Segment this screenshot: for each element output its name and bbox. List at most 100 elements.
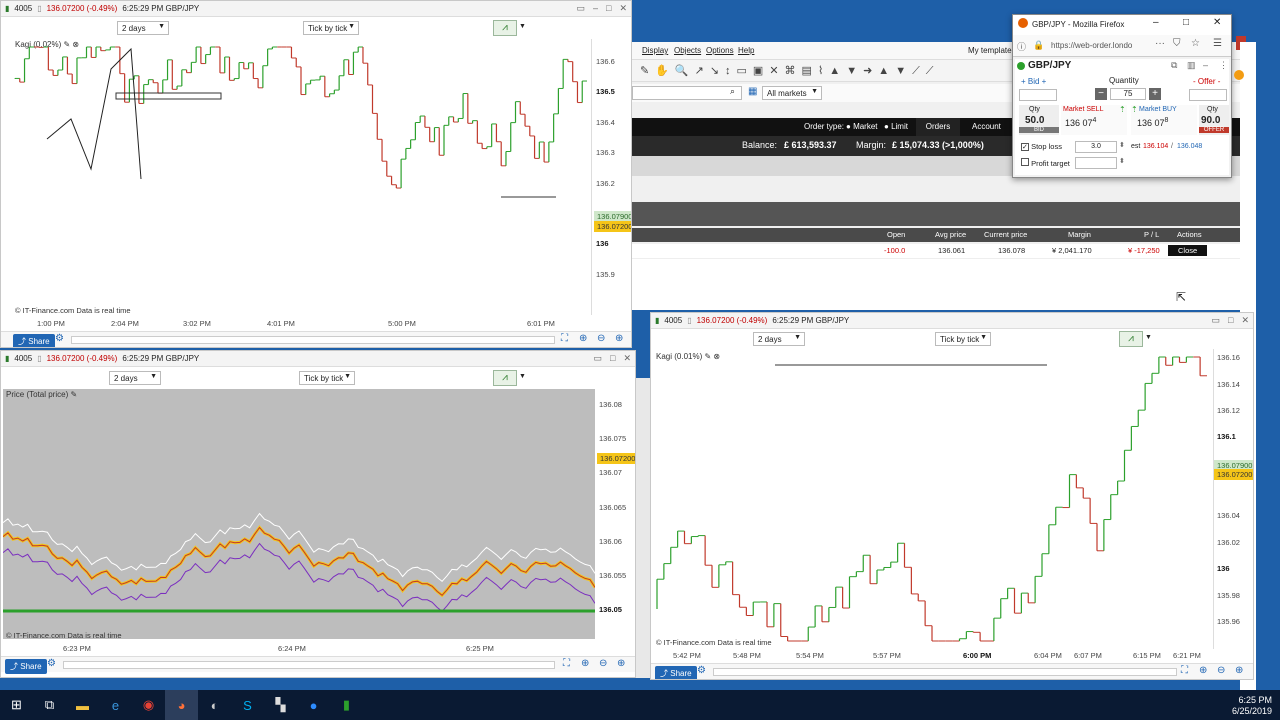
indicator-label[interactable]: Price (Total price) ✎ — [6, 390, 77, 399]
quantity-decrement-button[interactable]: − — [1095, 88, 1107, 100]
profit-target-input[interactable] — [1075, 157, 1117, 169]
zoom-in-icon[interactable]: ⊕ — [615, 333, 623, 344]
zoom-in-icon[interactable]: ⊕ — [1235, 665, 1243, 676]
chart-small-icon[interactable]: ▥ — [1187, 60, 1196, 71]
chevron-down-icon[interactable]: ▼ — [519, 23, 526, 30]
task-view-icon[interactable]: ⧉ — [33, 690, 66, 720]
limit-radio[interactable]: ● Limit — [884, 122, 908, 131]
kagi-chart-2[interactable] — [653, 349, 1213, 649]
market-buy-button[interactable]: ⇡ Market BUY 136 078 — [1131, 105, 1197, 135]
close-position-button[interactable]: Close — [1168, 245, 1208, 256]
tick-select[interactable]: Tick by tick ▼ — [303, 21, 359, 35]
windows-start-icon[interactable]: ⊞ — [0, 690, 33, 720]
settings-icon[interactable]: ⚙ — [697, 665, 706, 676]
my-template-button[interactable]: My template — [968, 46, 1012, 55]
maximize-icon[interactable]: □ — [1228, 315, 1233, 326]
calendar-icon[interactable]: ▦ — [748, 86, 757, 97]
market-sell-button[interactable]: Market SELL ⇡ 136 074 — [1061, 105, 1127, 135]
close-icon[interactable]: ✕ — [619, 3, 627, 14]
chart-type-icon[interactable]: ⩘ — [493, 370, 517, 386]
time-scrollbar[interactable] — [63, 661, 555, 669]
menu-display[interactable]: Display — [642, 46, 668, 55]
share-button[interactable]: ⤴ Share — [5, 659, 47, 674]
minimize-panel-icon[interactable]: – — [1203, 60, 1208, 70]
file-explorer-icon[interactable]: ▬ — [66, 690, 99, 720]
chrome-icon[interactable]: ◉ — [132, 690, 165, 720]
chart-type-icon[interactable]: ⩘ — [493, 20, 517, 36]
settings-icon[interactable]: ⚙ — [47, 658, 56, 669]
zoom-out-icon[interactable]: ⊖ — [597, 333, 605, 344]
settings-icon[interactable]: ⚙ — [55, 333, 64, 344]
close-icon[interactable]: ✕ — [1213, 17, 1221, 28]
account-tab[interactable]: Account — [972, 122, 1001, 131]
market-radio[interactable]: ● Market — [846, 122, 878, 131]
skype-icon[interactable]: S — [231, 690, 264, 720]
popout-icon[interactable]: ⧉ — [1171, 60, 1177, 71]
period-select[interactable]: 2 days ▼ — [117, 21, 169, 35]
time-scrollbar[interactable] — [713, 668, 1177, 676]
zoom-out-icon[interactable]: ⊖ — [1217, 665, 1225, 676]
share-button[interactable]: ⤴ Share — [655, 666, 697, 679]
minimize-icon[interactable]: – — [1153, 17, 1159, 28]
drawing-tools-icons[interactable]: ✎✋🔍↗↘↕▭▣✕⌘▤⌇▲▼➜▲▼⟋⟋ — [640, 64, 939, 78]
zoom-fit-icon[interactable]: ⛶ — [1181, 665, 1188, 676]
restore-icon[interactable]: ▭ — [576, 3, 585, 14]
period-select[interactable]: 2 days ▼ — [753, 332, 805, 346]
zoom-fit-icon[interactable]: ⛶ — [563, 658, 570, 669]
zoom-reset-icon[interactable]: ⊕ — [1199, 665, 1207, 676]
restore-icon[interactable]: ▭ — [1212, 315, 1221, 326]
stepper-icon[interactable]: ⬍ — [1119, 157, 1125, 165]
pocket-icon[interactable]: ⛉ — [1173, 38, 1181, 49]
zoom-out-icon[interactable]: ⊖ — [599, 658, 607, 669]
url-field[interactable]: https://web-order.londo — [1051, 41, 1132, 50]
offer-label[interactable]: - Offer - — [1193, 77, 1220, 86]
profit-target-checkbox[interactable] — [1021, 158, 1029, 166]
time-scrollbar[interactable] — [71, 336, 555, 344]
minimize-icon[interactable]: – — [593, 3, 598, 14]
restore-icon[interactable]: ▭ — [594, 353, 603, 364]
video-editor-icon[interactable]: ▚ — [264, 690, 297, 720]
more-vert-icon[interactable]: ⋮ — [1219, 60, 1228, 71]
tick-select[interactable]: Tick by tick ▼ — [299, 371, 355, 385]
bid-label[interactable]: + Bid + — [1021, 77, 1046, 86]
zoom-fit-icon[interactable]: ⛶ — [561, 333, 568, 344]
quantity-input[interactable]: 75 — [1110, 88, 1146, 100]
zoom-in-icon[interactable]: ⊕ — [617, 658, 625, 669]
price-chart[interactable] — [3, 389, 595, 639]
chart-type-icon[interactable]: ⩘ — [1119, 331, 1143, 347]
all-markets-select[interactable]: All markets ▼ — [762, 86, 822, 100]
menu-options[interactable]: Options — [706, 46, 734, 55]
info-icon[interactable]: ⓘ — [1017, 40, 1026, 53]
tick-select[interactable]: Tick by tick ▼ — [935, 332, 991, 346]
more-icon[interactable]: ··· — [1155, 38, 1165, 49]
zoom-app-icon[interactable]: ● — [297, 690, 330, 720]
edge-icon[interactable]: e — [99, 690, 132, 720]
bid-input[interactable] — [1019, 89, 1057, 101]
trading-app-icon[interactable]: ▮ — [330, 690, 363, 720]
menu-objects[interactable]: Objects — [674, 46, 701, 55]
market-search-input[interactable] — [632, 86, 742, 100]
menu-help[interactable]: Help — [738, 46, 754, 55]
zoom-reset-icon[interactable]: ⊕ — [579, 333, 587, 344]
offer-input[interactable] — [1189, 89, 1227, 101]
maximize-icon[interactable]: □ — [606, 3, 611, 14]
bookmark-star-icon[interactable]: ☆ — [1191, 38, 1200, 49]
orders-tab[interactable]: Orders — [916, 118, 960, 136]
zoom-reset-icon[interactable]: ⊕ — [581, 658, 589, 669]
chevron-down-icon[interactable]: ▼ — [519, 373, 526, 380]
search-icon[interactable]: ⌕ — [730, 86, 735, 97]
close-icon[interactable]: ✕ — [1241, 315, 1249, 326]
menu-icon[interactable]: ☰ — [1213, 38, 1222, 49]
vm-app-icon[interactable]: ◐ — [198, 690, 231, 720]
maximize-icon[interactable]: □ — [1183, 17, 1189, 28]
kagi-chart-1[interactable] — [11, 39, 593, 315]
stepper-icon[interactable]: ⬍ — [1119, 141, 1125, 149]
stop-loss-checkbox[interactable]: ✓ — [1021, 143, 1029, 151]
stop-loss-input[interactable]: 3.0 — [1075, 141, 1117, 153]
table-row[interactable]: -100.0 136.061 136.078 ¥ 2,041.170 ¥ -17… — [632, 244, 1240, 258]
period-select[interactable]: 2 days ▼ — [109, 371, 161, 385]
quantity-increment-button[interactable]: + — [1149, 88, 1161, 100]
close-icon[interactable]: ✕ — [623, 353, 631, 364]
chevron-down-icon[interactable]: ▼ — [1145, 334, 1152, 341]
firefox-icon[interactable]: ◕ — [165, 690, 198, 720]
